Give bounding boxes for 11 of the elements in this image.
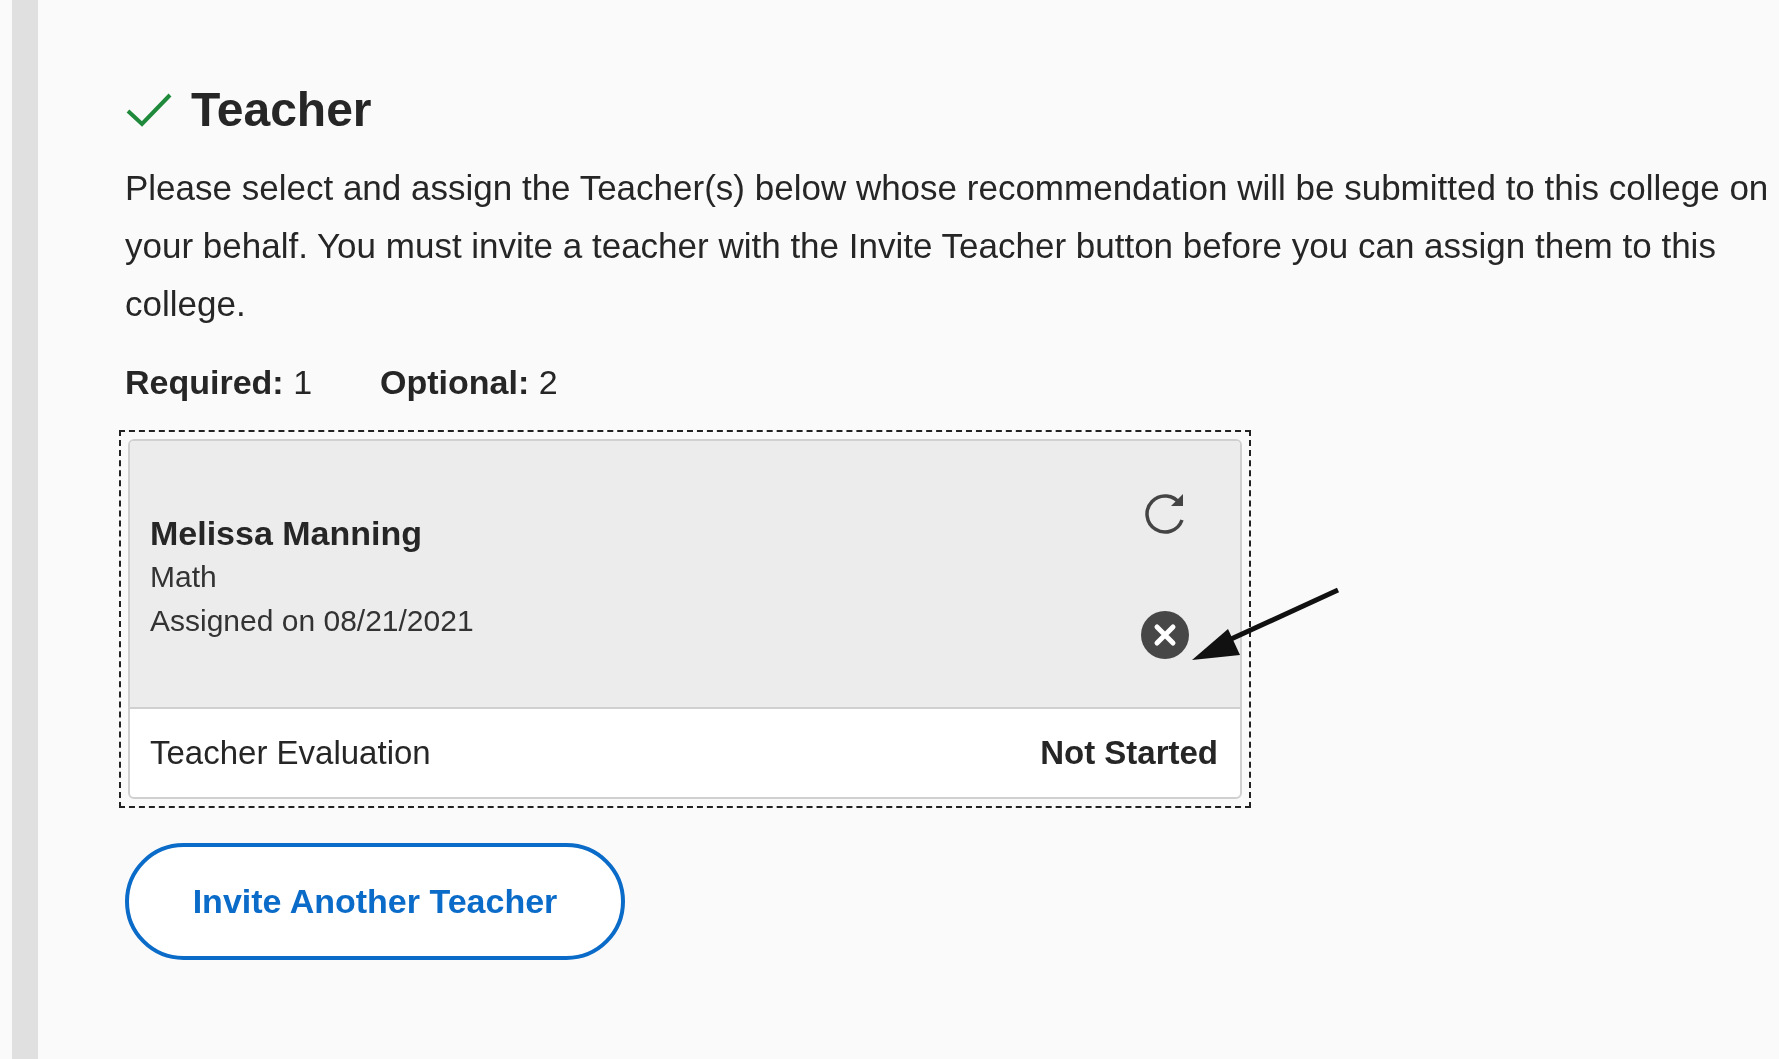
teacher-subject: Math <box>150 558 218 595</box>
remove-icon[interactable] <box>1140 610 1190 660</box>
section-title: Teacher <box>191 82 372 137</box>
invite-button[interactable]: Invite Another Teacher <box>125 843 625 960</box>
teacher-name: Melissa Manning <box>150 513 424 553</box>
instructions-text: Please select and assign the Teacher(s) below whose recommendation will be submitted to this college on your behalf. You must invite a teacher with the Invite Teacher button before you can assign them to this college. <box>125 167 1770 325</box>
form-name: Teacher Evaluation <box>150 734 431 772</box>
assigned-date: Assigned on 08/21/2021 <box>150 602 474 639</box>
count-text: Optional: 2 <box>380 363 558 402</box>
count-text: Required: 1 <box>125 363 313 402</box>
status-text: Not Started <box>1040 734 1218 772</box>
